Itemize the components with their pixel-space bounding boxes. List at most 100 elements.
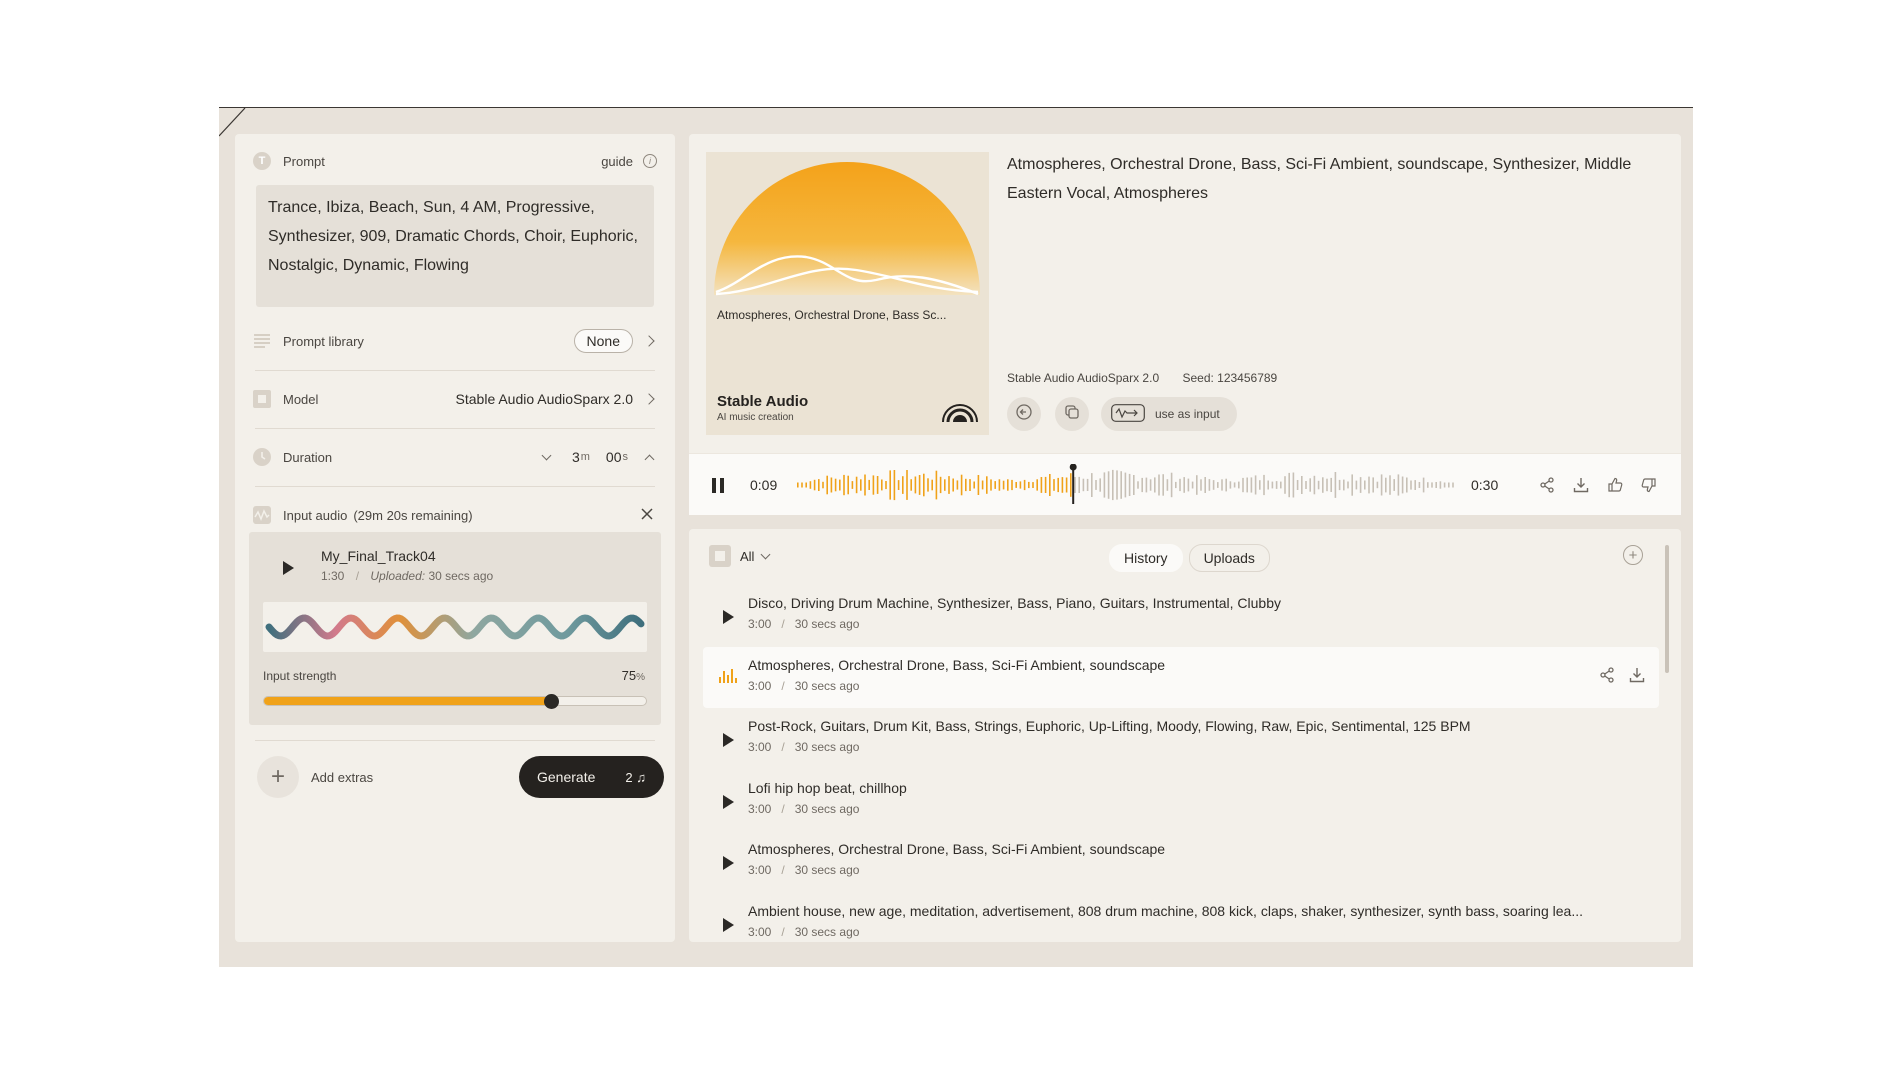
chevron-right-icon[interactable] xyxy=(643,393,655,405)
duration-label: Duration xyxy=(283,449,333,465)
waveform-bar xyxy=(948,476,950,494)
prompt-library-value[interactable]: None xyxy=(573,329,633,353)
waveform-bar xyxy=(1418,482,1421,488)
prompt-library-row[interactable]: Prompt library None xyxy=(253,326,657,356)
waveform-bar xyxy=(1057,477,1059,493)
add-icon[interactable]: + xyxy=(1623,545,1643,565)
waveform-bar xyxy=(1154,477,1156,493)
seconds-unit: s xyxy=(622,451,629,463)
prompt-label: Prompt xyxy=(283,153,325,169)
waveform-bar xyxy=(881,479,883,491)
download-icon[interactable] xyxy=(1629,667,1645,688)
thumbs-down-icon[interactable] xyxy=(1638,474,1660,496)
waveform-bar xyxy=(1086,478,1089,491)
thumbs-up-icon[interactable] xyxy=(1604,474,1626,496)
waveform-bar xyxy=(1439,481,1442,489)
playback-waveform[interactable] xyxy=(796,464,1456,506)
waveform-bar xyxy=(1082,478,1085,492)
duration-row: Duration 3m 00 s xyxy=(253,442,657,472)
slider-handle[interactable] xyxy=(543,694,559,709)
waveform-bar xyxy=(822,481,824,489)
close-icon[interactable] xyxy=(641,507,653,523)
waveform-bar xyxy=(1401,476,1404,494)
input-audio-card: My_Final_Track04 1:30 / Uploaded: 30 sec… xyxy=(249,532,661,725)
filter-label: All xyxy=(740,548,755,564)
play-icon[interactable] xyxy=(283,561,294,575)
chevron-right-icon[interactable] xyxy=(643,335,655,347)
tab-history[interactable]: History xyxy=(1109,544,1183,572)
waveform-bar xyxy=(855,476,858,494)
play-icon[interactable] xyxy=(723,917,734,932)
separator: / xyxy=(781,863,785,877)
waveform-bar xyxy=(1120,471,1122,499)
list-item[interactable]: Post-Rock, Guitars, Drum Kit, Bass, Stri… xyxy=(703,708,1659,770)
play-icon[interactable] xyxy=(723,856,734,870)
use-as-input-button[interactable]: use as input xyxy=(1101,397,1237,431)
cost-number: 2 xyxy=(625,769,633,785)
model-value[interactable]: Stable Audio AudioSparx 2.0 xyxy=(456,391,633,407)
input-strength-slider[interactable] xyxy=(263,694,647,709)
separator: / xyxy=(781,617,785,631)
pause-icon[interactable] xyxy=(711,478,725,493)
waveform-bar xyxy=(1137,481,1139,489)
waveform-bar xyxy=(1091,473,1093,497)
plus-icon: + xyxy=(270,763,285,790)
duration-increase-icon[interactable] xyxy=(644,454,655,464)
waveform-bar xyxy=(1414,480,1416,490)
info-icon[interactable]: i xyxy=(643,154,657,168)
input-strength-label: Input strength xyxy=(263,669,337,683)
list-item[interactable]: Disco, Driving Drum Machine, Synthesizer… xyxy=(703,585,1659,647)
waveform-bar xyxy=(1284,476,1286,494)
prompt-input[interactable]: Trance, Ibiza, Beach, Sun, 4 AM, Progres… xyxy=(256,185,654,307)
item-meta: 3:00 / 30 secs ago xyxy=(748,802,859,816)
text-icon: T xyxy=(253,152,271,170)
filter-dropdown[interactable]: All xyxy=(709,545,771,567)
list-item[interactable]: Ambient house, new age, meditation, adve… xyxy=(703,893,1659,943)
guide-link[interactable]: guide xyxy=(601,154,633,169)
waveform-bar xyxy=(1393,479,1395,491)
audio-player: 0:09 0:30 xyxy=(689,453,1681,515)
list-item[interactable]: Lofi hip hop beat, chillhop 3:00 / 30 secs… xyxy=(703,770,1659,832)
play-icon[interactable] xyxy=(723,610,734,624)
waveform-bar xyxy=(1271,481,1274,489)
waveform-bar xyxy=(1452,482,1454,488)
back-button[interactable] xyxy=(1007,397,1041,431)
waveform-bar xyxy=(956,480,959,490)
waveform-bar xyxy=(977,475,980,495)
waveform-bar xyxy=(923,473,925,497)
duration-minutes[interactable]: 3 xyxy=(572,449,580,465)
waveform-bar xyxy=(1015,482,1017,488)
waveform-bar xyxy=(1099,478,1101,492)
waveform-bar xyxy=(860,479,862,491)
waveform-bar xyxy=(1191,481,1194,489)
separator: / xyxy=(781,678,785,693)
playhead-handle[interactable] xyxy=(1069,464,1077,471)
waveform-bar xyxy=(847,475,849,495)
add-extras-button[interactable]: + xyxy=(257,756,299,798)
copy-button[interactable] xyxy=(1055,397,1089,431)
waveform-bar xyxy=(818,479,820,491)
waveform-bar xyxy=(1317,480,1320,490)
play-icon[interactable] xyxy=(723,794,734,809)
waveform-bar xyxy=(1309,478,1311,492)
model-row[interactable]: Model Stable Audio AudioSparx 2.0 xyxy=(253,384,657,414)
waveform-bar xyxy=(1322,477,1324,493)
list-item[interactable]: Atmospheres, Orchestral Drone, Bass, Sci… xyxy=(703,831,1659,893)
waveform-bar xyxy=(1128,473,1131,496)
waveform-bar xyxy=(1355,480,1358,490)
playhead[interactable] xyxy=(1072,466,1075,504)
tab-uploads[interactable]: Uploads xyxy=(1188,544,1270,572)
waveform-bar xyxy=(1280,481,1282,489)
download-icon[interactable] xyxy=(1570,474,1592,496)
share-icon[interactable] xyxy=(1536,474,1558,496)
add-extras-label[interactable]: Add extras xyxy=(311,770,373,785)
generate-button[interactable]: Generate 2 ♫ xyxy=(519,756,664,798)
waveform-bar xyxy=(834,478,837,492)
scrollbar[interactable] xyxy=(1665,545,1669,673)
share-icon[interactable] xyxy=(1599,666,1615,688)
duration-decrease-icon[interactable] xyxy=(541,450,552,460)
duration-seconds[interactable]: 00 xyxy=(606,449,622,465)
play-icon[interactable] xyxy=(723,733,734,747)
cover-subtitle: AI music creation xyxy=(717,412,794,423)
list-item-selected[interactable]: Atmospheres, Orchestral Drone, Bass, Sci… xyxy=(703,646,1659,708)
